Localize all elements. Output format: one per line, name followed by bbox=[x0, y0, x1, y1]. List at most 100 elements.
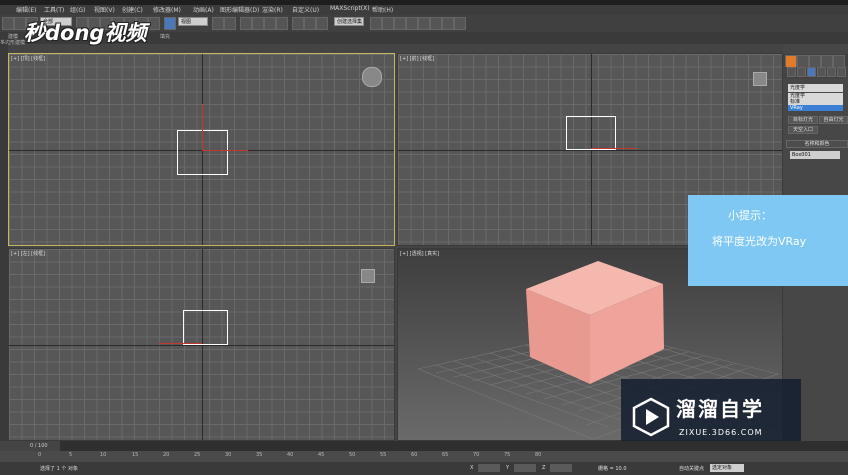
scale-icon[interactable] bbox=[148, 17, 160, 30]
geometry-icon[interactable] bbox=[787, 67, 796, 77]
snap-toggle-icon[interactable] bbox=[240, 17, 252, 30]
tip-box: 小提示： 将平度光改为VRay bbox=[688, 195, 848, 286]
timeline-tick: 15 bbox=[132, 452, 139, 458]
left-strip bbox=[0, 44, 8, 442]
coord-z-label: Z bbox=[542, 465, 546, 471]
menu-edit[interactable]: 编辑(E) bbox=[16, 5, 36, 14]
gizmo-axis-x bbox=[202, 150, 248, 151]
timeline-tick: 70 bbox=[473, 452, 480, 458]
select-manipulate-icon[interactable] bbox=[224, 17, 236, 30]
axis-line-v bbox=[202, 249, 203, 440]
timeline-tick: 30 bbox=[225, 452, 232, 458]
box-wireframe[interactable] bbox=[566, 116, 616, 150]
box-wireframe[interactable] bbox=[183, 310, 228, 345]
menu-animation[interactable]: 动画(A) bbox=[193, 5, 214, 14]
logo-main-text: 溜溜自学 bbox=[676, 397, 764, 421]
selection-status: 选择了 1 个 对象 bbox=[40, 466, 78, 472]
align-icon[interactable] bbox=[316, 17, 328, 30]
timeline-tick: 5 bbox=[69, 452, 73, 458]
menu-tools[interactable]: 工具(T) bbox=[44, 5, 64, 14]
menu-modifiers[interactable]: 修改器(M) bbox=[153, 5, 181, 14]
key-filter-dropdown[interactable]: 选定对象 bbox=[710, 464, 744, 472]
skylight-portal-button[interactable]: 天空入口 bbox=[788, 126, 818, 134]
menu-rendering[interactable]: 渲染(R) bbox=[262, 5, 283, 14]
pivot-icon[interactable] bbox=[212, 17, 224, 30]
edit-named-sel-icon[interactable] bbox=[292, 17, 304, 30]
timeline-tick: 25 bbox=[194, 452, 201, 458]
timeline-tick: 50 bbox=[349, 452, 356, 458]
menu-graph-editors[interactable]: 图形编辑器(D) bbox=[220, 5, 259, 14]
viewcube-icon[interactable] bbox=[361, 269, 375, 283]
tip-text: 将平度光改为VRay bbox=[712, 235, 807, 248]
menu-maxscript[interactable]: MAXScript(X) bbox=[330, 5, 370, 12]
percent-snap-icon[interactable] bbox=[264, 17, 276, 30]
timeline-tick: 20 bbox=[163, 452, 170, 458]
viewport-top-label[interactable]: [+] [顶] [线框] bbox=[11, 55, 45, 62]
undo-icon[interactable] bbox=[2, 17, 14, 30]
frame-counter[interactable]: 0 / 100 bbox=[0, 441, 60, 451]
spacewarps-icon[interactable] bbox=[837, 67, 846, 77]
viewport-top[interactable]: [+] [顶] [线框] bbox=[8, 53, 395, 246]
object-name-field[interactable]: Box001 bbox=[790, 151, 840, 159]
schematic-view-icon[interactable] bbox=[406, 17, 418, 30]
select-place-icon[interactable] bbox=[164, 17, 176, 30]
mirror-icon[interactable] bbox=[304, 17, 316, 30]
timeline-tick: 75 bbox=[504, 452, 511, 458]
gizmo-axis-x bbox=[591, 148, 637, 149]
shapes-icon[interactable] bbox=[797, 67, 806, 77]
material-editor-icon[interactable] bbox=[418, 17, 430, 30]
time-slider[interactable]: 0 / 100 bbox=[0, 441, 848, 451]
light-type-option-selected[interactable]: VRay bbox=[788, 105, 843, 111]
viewport-left[interactable]: [+] [左] [线框] bbox=[8, 248, 395, 441]
timeline-tick: 35 bbox=[256, 452, 263, 458]
menu-help[interactable]: 帮助(H) bbox=[372, 5, 393, 14]
curve-editor-icon[interactable] bbox=[394, 17, 406, 30]
render-production-icon[interactable] bbox=[454, 17, 466, 30]
autokey-label[interactable]: 自动关键点 bbox=[679, 465, 704, 472]
coord-y-field[interactable] bbox=[514, 464, 536, 472]
graphite-icon[interactable] bbox=[382, 17, 394, 30]
watermark: 秒dong视频 bbox=[24, 21, 147, 45]
name-color-rollout[interactable]: 名称和颜色 bbox=[786, 140, 848, 148]
gizmo-axis-x bbox=[159, 343, 202, 344]
coord-x-field[interactable] bbox=[478, 464, 500, 472]
status-bar: 选择了 1 个 对象 X Y Z 栅格 = 10.0 自动关键点 选定对象 bbox=[0, 462, 848, 475]
helpers-icon[interactable] bbox=[827, 67, 836, 77]
create-category-icons bbox=[783, 67, 848, 79]
timeline-tick: 60 bbox=[411, 452, 418, 458]
render-setup-icon[interactable] bbox=[430, 17, 442, 30]
logo-url-text: ZIXUE.3D66.COM bbox=[679, 428, 763, 437]
timeline-tick: 0 bbox=[38, 452, 42, 458]
tip-title: 小提示： bbox=[728, 209, 772, 222]
angle-snap-icon[interactable] bbox=[252, 17, 264, 30]
target-light-button[interactable]: 目标灯光 bbox=[788, 116, 818, 124]
viewcube-icon[interactable] bbox=[753, 72, 767, 86]
rendered-frame-icon[interactable] bbox=[442, 17, 454, 30]
viewport-left-label[interactable]: [+] [左] [线框] bbox=[11, 250, 45, 257]
lights-icon[interactable] bbox=[807, 67, 816, 77]
menu-create[interactable]: 创建(C) bbox=[122, 5, 143, 14]
grid-size-label: 栅格 = 10.0 bbox=[598, 466, 627, 472]
spinner-snap-icon[interactable] bbox=[276, 17, 288, 30]
menu-group[interactable]: 组(G) bbox=[70, 5, 85, 14]
coord-z-field[interactable] bbox=[550, 464, 572, 472]
gizmo-axis-y bbox=[202, 104, 203, 150]
viewcube-icon[interactable] bbox=[362, 67, 382, 87]
ribbon-tab-populate[interactable]: 填充 bbox=[160, 33, 170, 40]
menu-customize[interactable]: 自定义(U) bbox=[292, 5, 319, 14]
light-type-dropdown[interactable]: 光度学 bbox=[788, 84, 843, 92]
ref-coord-dropdown[interactable]: 视图 bbox=[178, 17, 208, 26]
named-selection-dropdown[interactable]: 创建选择集 bbox=[334, 17, 364, 26]
timeline-tick: 55 bbox=[380, 452, 387, 458]
track-bar[interactable]: 0 5 10 15 20 25 30 35 40 45 50 55 60 65 … bbox=[0, 451, 848, 462]
coord-x-label: X bbox=[470, 465, 474, 471]
cameras-icon[interactable] bbox=[817, 67, 826, 77]
layer-manager-icon[interactable] bbox=[370, 17, 382, 30]
free-light-button[interactable]: 自由灯光 bbox=[819, 116, 848, 124]
coord-y-label: Y bbox=[506, 465, 510, 471]
viewport-front-label[interactable]: [+] [前] [线框] bbox=[400, 55, 434, 62]
play-logo-icon bbox=[632, 397, 670, 437]
menu-view[interactable]: 视图(V) bbox=[94, 5, 115, 14]
timeline-tick: 65 bbox=[442, 452, 449, 458]
timeline-tick: 40 bbox=[287, 452, 294, 458]
